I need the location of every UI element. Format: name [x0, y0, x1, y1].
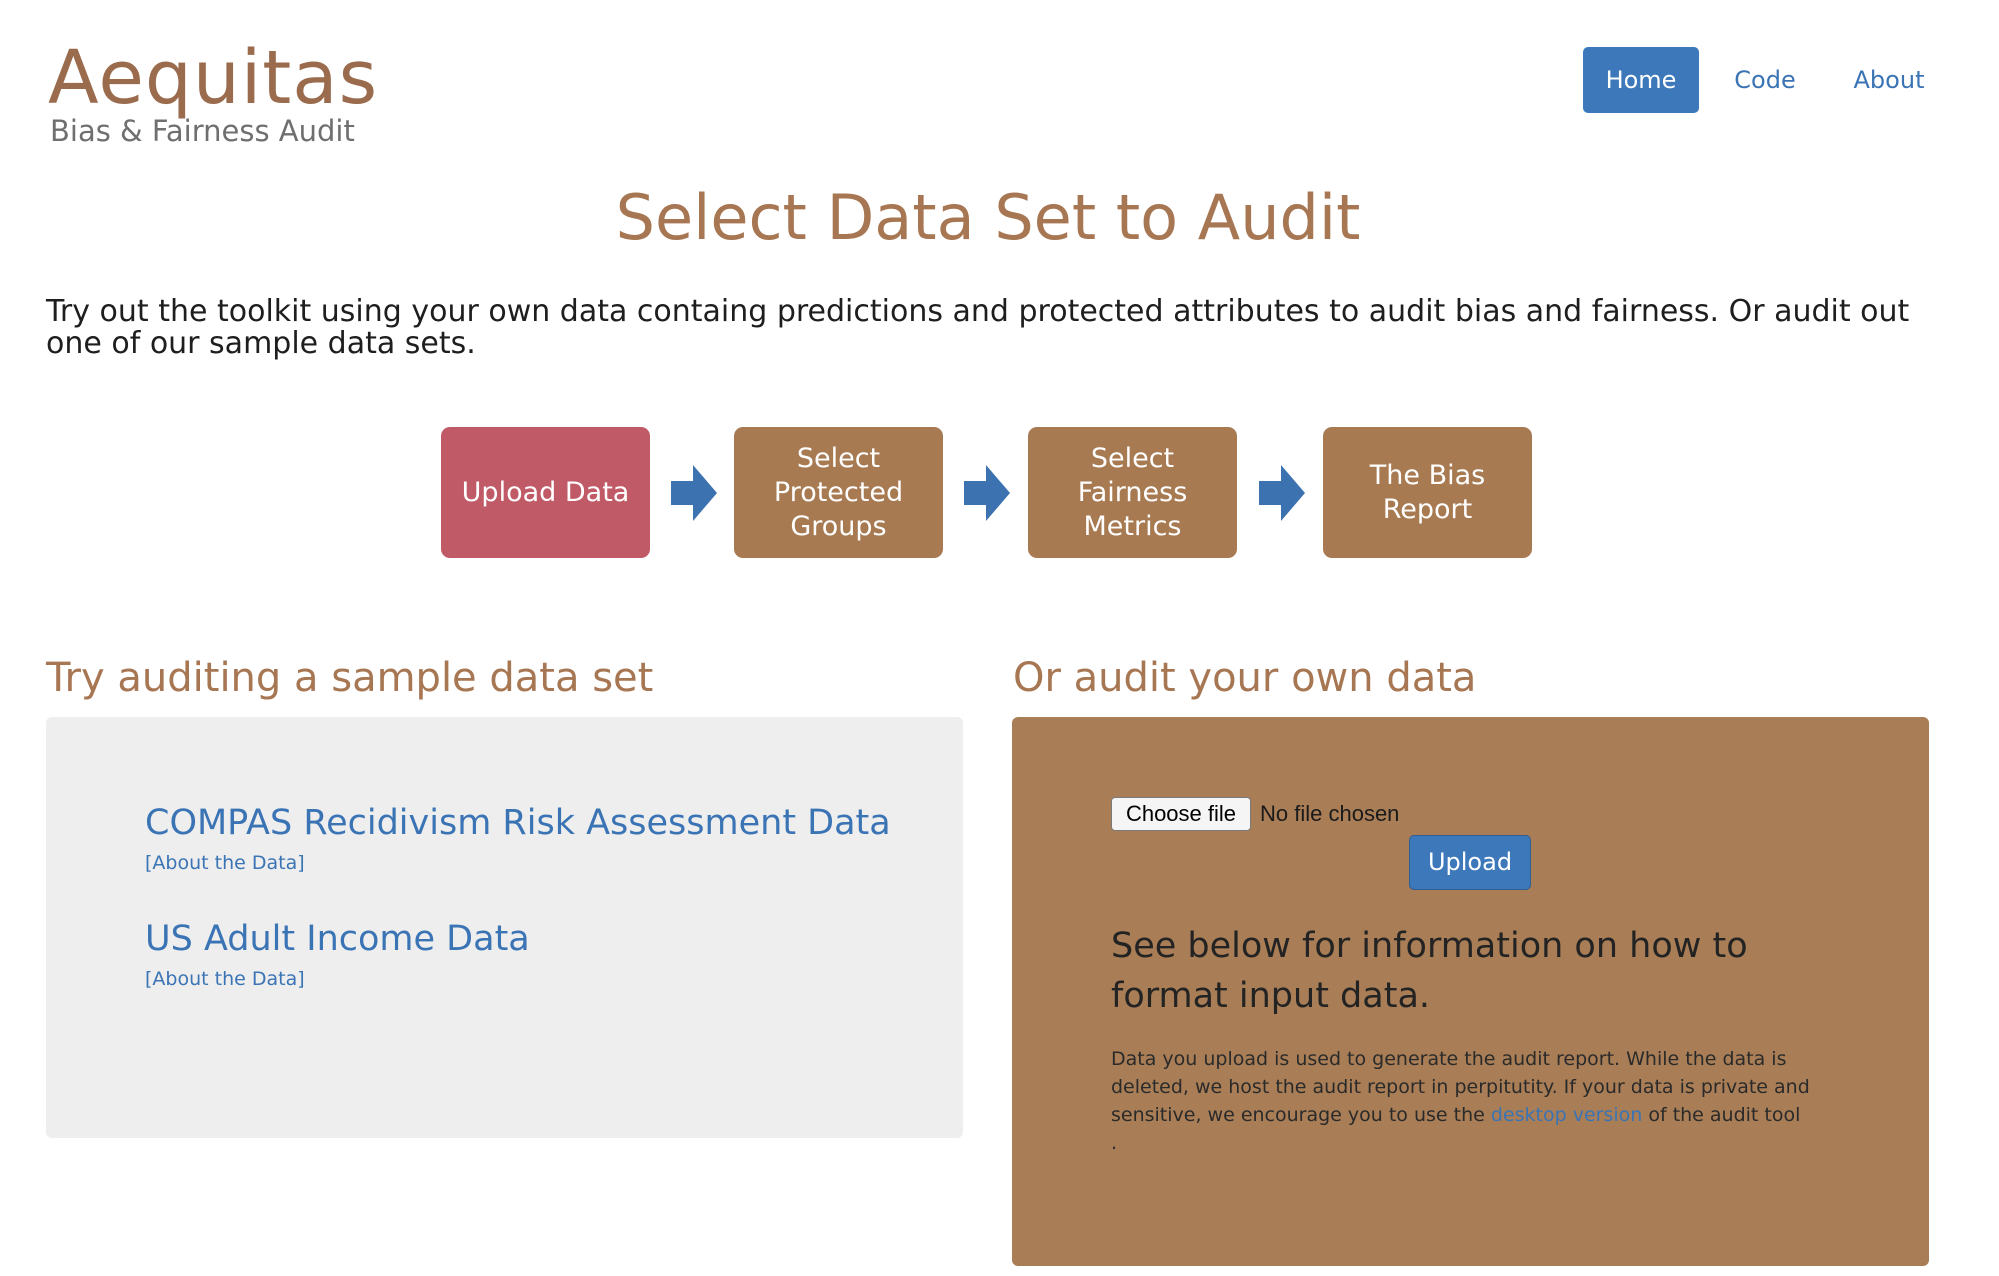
upload-button[interactable]: Upload — [1409, 835, 1531, 890]
own-data-heading: Or audit your own data — [1013, 655, 1477, 701]
desktop-version-link[interactable]: desktop version — [1491, 1104, 1642, 1126]
top-nav: Home Code About — [1499, 47, 1999, 113]
step-select-fairness-metrics: Select Fairness Metrics — [1028, 427, 1237, 558]
dataset-link-adult-income[interactable]: US Adult Income Data — [145, 917, 530, 961]
step-upload-data: Upload Data — [441, 427, 650, 558]
dataset-link-compas[interactable]: COMPAS Recidivism Risk Assessment Data — [145, 801, 891, 845]
choose-file-button[interactable]: Choose file — [1111, 797, 1251, 831]
step-select-protected-groups: Select Protected Groups — [734, 427, 943, 558]
intro-text: Try out the toolkit using your own data … — [46, 294, 1910, 361]
right-arrow-icon — [671, 465, 717, 521]
no-file-label: No file chosen — [1260, 801, 1400, 826]
sample-datasets-panel: COMPAS Recidivism Risk Assessment Data [… — [46, 717, 963, 1138]
privacy-period: . — [1111, 1132, 1118, 1154]
own-data-panel: Choose file No file chosen Upload See be… — [1012, 717, 1929, 1266]
nav-about[interactable]: About — [1829, 47, 1949, 113]
format-info-heading: See below for information on how to form… — [1111, 926, 1748, 1016]
about-data-link-compas[interactable]: [About the Data] — [145, 851, 305, 875]
right-arrow-icon — [1259, 465, 1305, 521]
logo-title: Aequitas — [48, 35, 379, 121]
workflow-steps: Upload Data Select Protected Groups Sele… — [441, 427, 1541, 559]
step-bias-report: The Bias Report — [1323, 427, 1532, 558]
privacy-notice: Data you upload is used to generate the … — [1111, 1045, 1811, 1157]
nav-home[interactable]: Home — [1583, 47, 1699, 113]
page-title: Select Data Set to Audit — [615, 181, 1361, 254]
nav-code[interactable]: Code — [1715, 47, 1815, 113]
right-arrow-icon — [964, 465, 1010, 521]
sample-heading: Try auditing a sample data set — [46, 655, 654, 701]
logo-subtitle: Bias & Fairness Audit — [50, 114, 355, 148]
about-data-link-adult-income[interactable]: [About the Data] — [145, 967, 305, 991]
aequitas-logo[interactable]: Aequitas Bias & Fairness Audit — [48, 38, 378, 148]
privacy-text-end: of the audit tool — [1642, 1104, 1801, 1126]
